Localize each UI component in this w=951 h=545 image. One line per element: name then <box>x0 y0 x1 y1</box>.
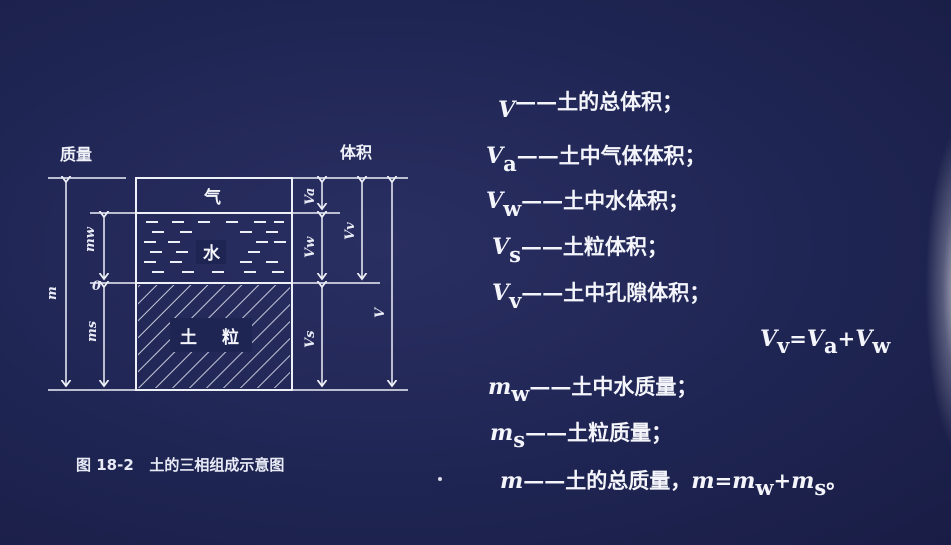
definition-subscript: v <box>508 288 522 313</box>
definition-row: Vv——土中孔隙体积； <box>492 280 710 313</box>
definition-subscript: a <box>503 151 517 176</box>
total-mass-equation: m <box>691 468 714 494</box>
mass-solid-symbol: ms <box>85 320 100 342</box>
volume-void-symbol: Vv <box>343 222 358 240</box>
definition-subscript: s <box>509 242 521 267</box>
definition-dash: —— <box>521 234 563 259</box>
definition-text: 土粒体积； <box>563 234 668 259</box>
three-phase-diagram-slide: 质量 体积 气 水 土 粒 m mw ms 0 Va Vw Vs Vv V 图 … <box>45 89 891 500</box>
definition-row: Vs——土粒体积； <box>492 234 668 267</box>
definition-dash: —— <box>515 89 557 114</box>
mass-definition-row: ms——土粒质量； <box>490 420 672 452</box>
phase-soil-label-1: 土 <box>180 327 197 348</box>
definition-row: V——土的总体积； <box>498 89 683 123</box>
volume-air-symbol: Va <box>303 188 318 205</box>
stray-dot <box>438 477 442 481</box>
definition-dash: —— <box>517 143 559 168</box>
definition-row: Vw——土中水体积； <box>486 188 689 221</box>
mass-definitions: mw——土中水质量； ms——土粒质量； m——土的总质量，m=mw+ms。 <box>488 374 847 500</box>
mass-total-symbol: m <box>45 286 60 300</box>
void-volume-equation: Vv=Va+Vw <box>760 326 891 358</box>
volume-water-symbol: Vw <box>303 236 318 258</box>
definition-dash: —— <box>521 188 563 213</box>
mass-definition-row: mw——土中水质量； <box>488 374 697 406</box>
volume-header: 体积 <box>340 143 372 162</box>
mass-definition-row: m——土的总质量，m=mw+ms。 <box>500 468 847 500</box>
mass-header: 质量 <box>60 145 92 164</box>
definition-text: 土中气体体积； <box>559 143 706 168</box>
phase-air-label: 气 <box>203 187 221 208</box>
mass-air-symbol: 0 <box>92 279 101 294</box>
screen-glare <box>925 120 951 460</box>
definition-subscript: w <box>502 196 522 221</box>
volume-definitions: V——土的总体积； Va——土中气体体积； Vw——土中水体积； Vs——土粒体… <box>486 89 710 313</box>
definition-text: 土中孔隙体积； <box>563 280 710 305</box>
phase-soil-label-2: 粒 <box>222 327 239 348</box>
volume-total-symbol: V <box>373 306 388 318</box>
mass-water-symbol: mw <box>83 226 98 252</box>
figure-caption: 图 18-2 土的三相组成示意图 <box>76 456 284 474</box>
phase-water-label: 水 <box>203 243 221 264</box>
definition-text: 土中水体积； <box>563 188 689 213</box>
definition-row: Va——土中气体体积； <box>486 143 706 176</box>
definition-dash: —— <box>521 280 563 305</box>
volume-solid-symbol: Vs <box>303 330 318 348</box>
definition-text: 土的总体积； <box>557 89 683 114</box>
